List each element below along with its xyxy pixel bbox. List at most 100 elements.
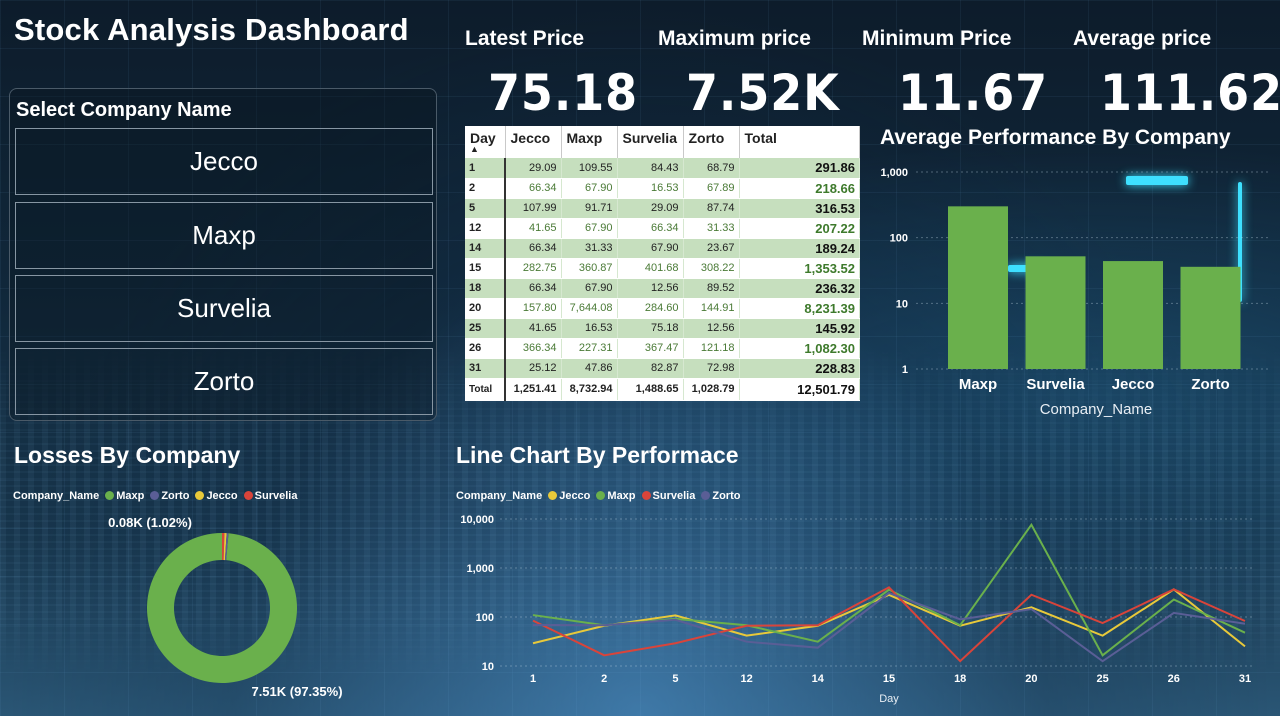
column-header-jecco[interactable]: Jecco [505, 126, 562, 158]
line-x-tick-label: 5 [672, 673, 678, 685]
table-cell-jecco: 66.34 [505, 278, 562, 299]
kpi-minimum-price-label: Minimum Price [862, 27, 1012, 50]
legend-item-survelia[interactable]: Survelia [641, 490, 696, 502]
table-cell-total: 218.66 [739, 178, 860, 199]
bar-x-tick-label: Maxp [959, 376, 997, 393]
page-title: Stock Analysis Dashboard [14, 12, 409, 47]
table-cell-total: 228.83 [739, 358, 860, 379]
line-x-tick-label: 1 [530, 673, 536, 685]
price-matrix-table: Day ▲ Jecco Maxp Survelia Zorto Total 1 29… [465, 126, 860, 401]
legend-dot-icon [596, 491, 606, 500]
table-cell-zorto: 308.22 [683, 258, 740, 279]
table-cell-survelia: 401.68 [617, 258, 684, 279]
legend-dot-icon [548, 491, 558, 500]
table-cell-maxp: 31.33 [561, 238, 618, 259]
legend-label: Survelia [652, 490, 696, 502]
table-cell-total: 291.86 [739, 158, 860, 179]
table-row: 18 66.34 67.90 12.56 89.52 236.32 [465, 278, 860, 299]
column-header-day[interactable]: Day ▲ [465, 126, 506, 158]
column-header-maxp[interactable]: Maxp [561, 126, 618, 158]
line-x-axis-label: Day [879, 693, 899, 705]
table-total-jecco: 1,251.41 [505, 377, 562, 401]
slicer-item-jecco[interactable]: Jecco [15, 128, 433, 195]
table-cell-maxp: 16.53 [561, 318, 618, 339]
table-header-row: Day ▲ Jecco Maxp Survelia Zorto Total [465, 126, 860, 158]
table-cell-total: 145.92 [739, 318, 860, 339]
legend-item-survelia[interactable]: Survelia [243, 490, 298, 502]
table-cell-zorto: 87.74 [683, 198, 740, 219]
legend-item-maxp[interactable]: Maxp [105, 490, 144, 502]
legend-label: Survelia [254, 490, 298, 502]
table-row: 14 66.34 31.33 67.90 23.67 189.24 [465, 238, 860, 259]
table-cell-maxp: 109.55 [561, 158, 618, 179]
table-cell-jecco: 41.65 [505, 318, 562, 339]
legend-label: Zorto [161, 490, 190, 502]
column-header-zorto[interactable]: Zorto [683, 126, 740, 158]
line-y-tick-label: 1,000 [466, 563, 494, 575]
table-cell-survelia: 29.09 [617, 198, 684, 219]
bar-x-axis-label: Company_Name [1040, 401, 1153, 418]
bar-y-tick-label: 10 [896, 298, 908, 310]
table-cell-jecco: 282.75 [505, 258, 562, 279]
legend-dot-icon [195, 491, 205, 500]
legend-dot-icon [701, 491, 711, 500]
bar-chart: 1 10 100 1,000 Maxp Survelia Jecco Zorto Company… [880, 167, 1268, 418]
table-cell-survelia: 66.34 [617, 218, 684, 239]
table-row: 15 282.75 360.87 401.68 308.22 1,353.52 [465, 258, 860, 279]
table-total-day: Total [465, 377, 506, 401]
bar-x-tick-label: Survelia [1026, 376, 1085, 393]
slicer-item-zorto[interactable]: Zorto [15, 348, 433, 415]
line-chart-title: Line Chart By Performace [456, 442, 739, 468]
legend-item-zorto[interactable]: Zorto [701, 490, 740, 502]
table-cell-day: 25 [465, 318, 506, 339]
table-cell-day: 5 [465, 198, 506, 219]
table-cell-maxp: 67.90 [561, 178, 618, 199]
table-cell-day: 20 [465, 298, 506, 319]
bar-chart-title: Average Performance By Company [880, 126, 1231, 149]
legend-label: Jecco [559, 490, 591, 502]
line-y-tick-label: 10 [482, 661, 494, 673]
column-header-survelia[interactable]: Survelia [617, 126, 684, 158]
table-cell-day: 1 [465, 158, 506, 179]
line-y-tick-label: 10,000 [460, 514, 494, 526]
kpi-latest-price-label: Latest Price [465, 27, 585, 50]
table-cell-total: 1,353.52 [739, 258, 860, 279]
line-x-tick-label: 2 [601, 673, 607, 685]
table-cell-day: 12 [465, 218, 506, 239]
kpi-average-price-value: 111.62 [1100, 64, 1280, 122]
table-total-total: 12,501.79 [739, 377, 860, 401]
table-cell-total: 8,231.39 [739, 298, 860, 319]
legend-item-maxp[interactable]: Maxp [596, 490, 636, 502]
legend-label: Maxp [607, 490, 636, 502]
slicer-item-survelia[interactable]: Survelia [15, 275, 433, 342]
legend-item-jecco[interactable]: Jecco [548, 490, 590, 502]
table-cell-day: 15 [465, 258, 506, 279]
table-cell-zorto: 72.98 [683, 358, 740, 379]
slicer-item-maxp[interactable]: Maxp [15, 202, 433, 269]
legend-label: Jecco [206, 490, 238, 502]
table-cell-zorto: 89.52 [683, 278, 740, 299]
table-cell-jecco: 29.09 [505, 158, 562, 179]
table-cell-jecco: 366.34 [505, 338, 562, 359]
table-total-row: Total 1,251.41 8,732.94 1,488.65 1,028.79 12,… [465, 377, 860, 401]
line-x-tick-label: 31 [1239, 673, 1251, 685]
table-cell-survelia: 75.18 [617, 318, 684, 339]
table-cell-maxp: 360.87 [561, 258, 618, 279]
table-cell-zorto: 68.79 [683, 158, 740, 179]
bar-x-tick-label: Zorto [1191, 376, 1229, 393]
table-cell-total: 236.32 [739, 278, 860, 299]
table-total-survelia: 1,488.65 [617, 377, 684, 401]
table-cell-day: 14 [465, 238, 506, 259]
table-row: 20 157.80 7,644.08 284.60 144.91 8,231.39 [465, 298, 860, 319]
kpi-minimum-price-value: 11.67 [898, 64, 1049, 122]
line-x-tick-label: 20 [1025, 673, 1037, 685]
table-cell-survelia: 82.87 [617, 358, 684, 379]
line-x-tick-label: 12 [740, 673, 752, 685]
line-series-maxp [532, 522, 1246, 657]
legend-item-jecco[interactable]: Jecco [195, 490, 238, 502]
bar-y-tick-label: 1 [902, 364, 908, 376]
legend-item-zorto[interactable]: Zorto [150, 490, 189, 502]
column-header-total[interactable]: Total [739, 126, 860, 158]
table-cell-survelia: 367.47 [617, 338, 684, 359]
table-cell-zorto: 12.56 [683, 318, 740, 339]
